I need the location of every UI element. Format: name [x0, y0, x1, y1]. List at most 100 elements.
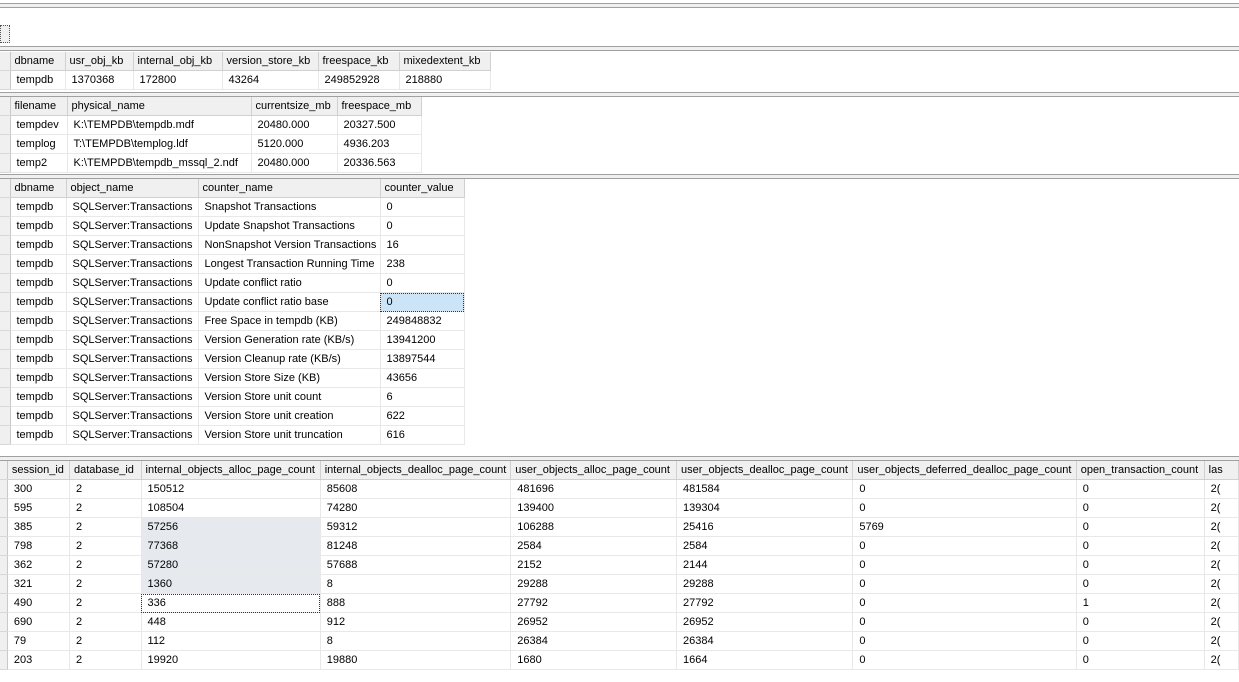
cell-user-objects-dealloc-page-count[interactable]: 2584 [676, 536, 854, 556]
cell-object-name[interactable]: SQLServer:Transactions [66, 197, 199, 217]
row-selector[interactable] [0, 593, 8, 613]
table-row[interactable]: 79 2 112 8 26384 26384 0 0 2( [0, 631, 1239, 651]
cell-freespace-mb[interactable]: 20327.500 [337, 115, 422, 135]
cell-counter-value[interactable]: 43656 [380, 368, 465, 388]
cell-counter-value[interactable]: 13897544 [380, 349, 465, 369]
column-header-freespace-mb[interactable]: freespace_mb [337, 97, 422, 116]
cell-las[interactable]: 2( [1204, 479, 1239, 499]
row-selector[interactable] [0, 216, 11, 236]
table-row[interactable]: 300 2 150512 85608 481696 481584 0 0 2( [0, 479, 1239, 499]
row-selector[interactable] [0, 631, 8, 651]
cell-internal-objects-alloc-page-count[interactable]: 1360 [141, 574, 321, 594]
column-header-internal-obj-kb[interactable]: internal_obj_kb [133, 52, 223, 71]
cell-internal-objects-dealloc-page-count[interactable]: 8 [320, 631, 512, 651]
cell-user-objects-dealloc-page-count[interactable]: 139304 [676, 498, 854, 518]
table-row[interactable]: tempdb SQLServer:Transactions Free Space i… [0, 311, 465, 331]
cell-counter-value[interactable]: 616 [380, 425, 465, 445]
cell-counter-name[interactable]: Version Cleanup rate (KB/s) [198, 349, 381, 369]
table-row[interactable]: 362 2 57280 57688 2152 2144 0 0 2( [0, 555, 1239, 575]
cell-open-transaction-count[interactable]: 0 [1076, 631, 1205, 651]
table-row[interactable]: tempdb SQLServer:Transactions Version Stor… [0, 425, 465, 445]
cell-counter-name[interactable]: Version Store unit truncation [198, 425, 381, 445]
cell-object-name[interactable]: SQLServer:Transactions [66, 406, 199, 426]
cell-counter-value[interactable]: 13941200 [380, 330, 465, 350]
cell-counter-name[interactable]: Free Space in tempdb (KB) [198, 311, 381, 331]
cell-open-transaction-count[interactable]: 1 [1076, 593, 1205, 613]
cell-las[interactable]: 2( [1204, 612, 1239, 632]
cell-counter-value[interactable]: 0 [380, 292, 465, 312]
row-selector[interactable] [0, 368, 11, 388]
cell-dbname[interactable]: tempdb [10, 216, 67, 236]
cell-internal-objects-dealloc-page-count[interactable]: 74280 [320, 498, 512, 518]
cell-counter-name[interactable]: Version Store unit count [198, 387, 381, 407]
cell-internal-obj-kb[interactable]: 172800 [133, 70, 223, 90]
cell-open-transaction-count[interactable]: 0 [1076, 517, 1205, 537]
row-selector[interactable] [0, 517, 8, 537]
column-header-user-objects-dealloc-page-count[interactable]: user_objects_dealloc_page_count [676, 461, 854, 480]
table-row[interactable]: 321 2 1360 8 29288 29288 0 0 2( [0, 574, 1239, 594]
grid-corner[interactable] [0, 179, 11, 198]
column-header-object-name[interactable]: object_name [66, 179, 199, 198]
cell-database-id[interactable]: 2 [69, 650, 142, 670]
column-header-filename[interactable]: filename [10, 97, 68, 116]
cell-open-transaction-count[interactable]: 0 [1076, 479, 1205, 499]
table-row[interactable]: 690 2 448 912 26952 26952 0 0 2( [0, 612, 1239, 632]
cell-counter-name[interactable]: Snapshot Transactions [198, 197, 381, 217]
row-selector[interactable] [0, 70, 11, 90]
cell-internal-objects-dealloc-page-count[interactable]: 8 [320, 574, 512, 594]
cell-counter-value[interactable]: 0 [380, 273, 465, 293]
cell-user-objects-deferred-dealloc-page-count[interactable]: 0 [852, 593, 1077, 613]
column-header-counter-name[interactable]: counter_name [198, 179, 381, 198]
column-header-session-id[interactable]: session_id [7, 461, 70, 480]
column-header-physical-name[interactable]: physical_name [67, 97, 252, 116]
row-selector[interactable] [0, 273, 11, 293]
cell-internal-objects-alloc-page-count[interactable]: 112 [141, 631, 321, 651]
cell-user-objects-dealloc-page-count[interactable]: 26952 [676, 612, 854, 632]
table-row[interactable]: tempdb SQLServer:Transactions Version Clea… [0, 349, 465, 369]
column-header-database-id[interactable]: database_id [69, 461, 142, 480]
results-splitter-2[interactable] [0, 46, 1239, 51]
row-selector[interactable] [0, 406, 11, 426]
cell-user-objects-alloc-page-count[interactable]: 106288 [510, 517, 677, 537]
cell-dbname[interactable]: tempdb [10, 292, 67, 312]
row-selector[interactable] [0, 235, 11, 255]
cell-user-objects-alloc-page-count[interactable]: 2152 [510, 555, 677, 575]
table-row[interactable]: tempdb SQLServer:Transactions Snapshot Tra… [0, 197, 465, 217]
cell-dbname[interactable]: tempdb [10, 425, 67, 445]
row-selector[interactable] [0, 292, 11, 312]
cell-user-objects-alloc-page-count[interactable]: 26384 [510, 631, 677, 651]
row-selector[interactable] [0, 536, 8, 556]
cell-object-name[interactable]: SQLServer:Transactions [66, 273, 199, 293]
cell-object-name[interactable]: SQLServer:Transactions [66, 330, 199, 350]
table-row[interactable]: tempdb SQLServer:Transactions Update confl… [0, 273, 465, 293]
cell-internal-objects-dealloc-page-count[interactable]: 59312 [320, 517, 512, 537]
cell-user-objects-dealloc-page-count[interactable]: 25416 [676, 517, 854, 537]
cell-session-id[interactable]: 798 [7, 536, 70, 556]
column-header-usr-obj-kb[interactable]: usr_obj_kb [65, 52, 134, 71]
cell-dbname[interactable]: tempdb [10, 70, 66, 90]
cell-freespace-mb[interactable]: 4936.203 [337, 134, 422, 154]
cell-user-objects-alloc-page-count[interactable]: 27792 [510, 593, 677, 613]
table-row[interactable]: templog T:\TEMPDB\templog.ldf 5120.000 4936… [0, 134, 422, 154]
cell-counter-value[interactable]: 0 [380, 216, 465, 236]
table-row[interactable]: tempdb SQLServer:Transactions NonSnapshot … [0, 235, 465, 255]
cell-counter-value[interactable]: 622 [380, 406, 465, 426]
cell-dbname[interactable]: tempdb [10, 235, 67, 255]
cell-session-id[interactable]: 321 [7, 574, 70, 594]
cell-object-name[interactable]: SQLServer:Transactions [66, 216, 199, 236]
cell-dbname[interactable]: tempdb [10, 387, 67, 407]
cell-currentsize-mb[interactable]: 20480.000 [251, 153, 338, 173]
cell-physical-name[interactable]: T:\TEMPDB\templog.ldf [67, 134, 252, 154]
cell-dbname[interactable]: tempdb [10, 197, 67, 217]
cell-internal-objects-dealloc-page-count[interactable]: 85608 [320, 479, 512, 499]
results-grid-3[interactable]: filename physical_name currentsize_mb frees… [0, 97, 1239, 174]
cell-object-name[interactable]: SQLServer:Transactions [66, 254, 199, 274]
cell-user-objects-deferred-dealloc-page-count[interactable]: 5769 [852, 517, 1077, 537]
cell-filename[interactable]: templog [10, 134, 68, 154]
column-header-mixedextent-kb[interactable]: mixedextent_kb [399, 52, 491, 71]
cell-database-id[interactable]: 2 [69, 593, 142, 613]
cell-las[interactable]: 2( [1204, 555, 1239, 575]
table-row[interactable]: 490 2 336 888 27792 27792 0 1 2( [0, 593, 1239, 613]
cell-freespace-mb[interactable]: 20336.563 [337, 153, 422, 173]
column-header-counter-value[interactable]: counter_value [380, 179, 465, 198]
